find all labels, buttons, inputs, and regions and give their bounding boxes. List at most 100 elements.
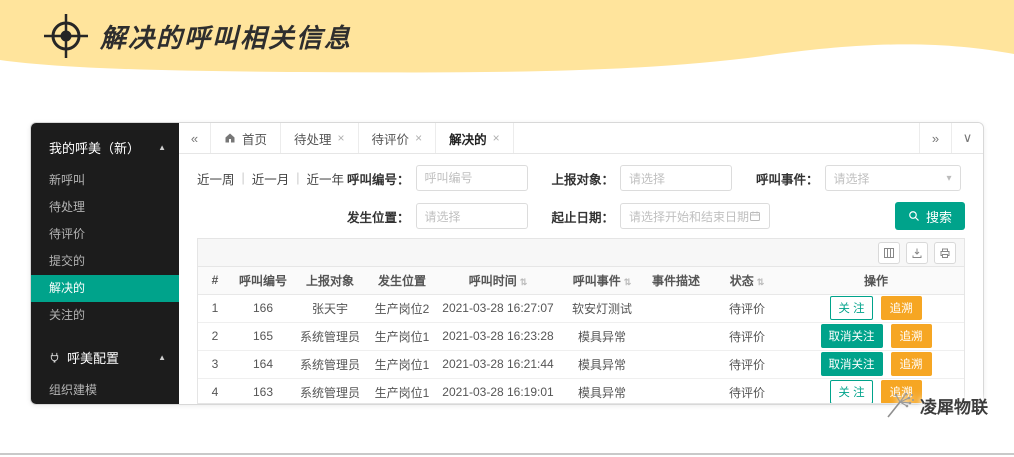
brand-name: 凌犀物联 [920, 393, 988, 418]
sidebar-group-config[interactable]: 呼美配置▲ [31, 337, 179, 377]
sort-icon[interactable]: ⇅ [520, 277, 528, 287]
close-icon[interactable]: × [338, 131, 345, 145]
row-index: 2 [198, 322, 232, 350]
quick-range-1[interactable]: 近一周 [197, 169, 235, 188]
sidebar-item-pending[interactable]: 待处理 [31, 194, 179, 221]
column-header: # [198, 267, 232, 294]
tab-label: 待处理 [294, 129, 332, 148]
data-grid: #呼叫编号上报对象发生位置呼叫时间⇅呼叫事件⇅事件描述状态⇅操作 1166张天宇… [197, 238, 965, 404]
call-event: 模具异常 [558, 350, 646, 378]
call-event: 软安灯测试 [558, 294, 646, 322]
print-button[interactable] [934, 242, 956, 264]
sort-icon[interactable]: ⇅ [757, 277, 765, 287]
column-header[interactable]: 状态⇅ [706, 267, 788, 294]
column-header: 呼叫编号 [232, 267, 294, 294]
date-range-input[interactable]: 请选择开始和结束日期 [620, 203, 770, 229]
close-icon[interactable]: × [415, 131, 422, 145]
reporter: 系统管理员 [294, 350, 366, 378]
group-label: 我的呼美（新） [49, 138, 158, 157]
chevron-up-icon: ▲ [158, 353, 166, 362]
date-placeholder: 请选择开始和结束日期 [629, 208, 749, 225]
location-select[interactable]: 请选择 [416, 203, 528, 229]
tab-resolved[interactable]: 解决的 × [436, 123, 514, 153]
call-event: 模具异常 [558, 322, 646, 350]
tab-menu-button[interactable]: ∨ [951, 123, 983, 153]
sidebar-item-followed[interactable]: 关注的 [31, 302, 179, 329]
print-icon [939, 247, 951, 259]
column-settings-button[interactable] [878, 242, 900, 264]
sort-icon[interactable]: ⇅ [624, 277, 632, 287]
trace-button[interactable]: 追溯 [881, 296, 922, 320]
table-row: 4163系统管理员生产岗位12021-03-28 16:19:01模具异常待评价… [198, 378, 964, 404]
call-no: 164 [232, 350, 294, 378]
sidebar-item-submitted[interactable]: 提交的 [31, 248, 179, 275]
unfollow-button[interactable]: 取消关注 [821, 324, 883, 348]
group-label: 呼美配置 [67, 348, 158, 367]
column-header[interactable]: 呼叫时间⇅ [438, 267, 558, 294]
call-no-label: 呼叫编号： [347, 169, 410, 188]
tab-label: 首页 [242, 129, 267, 148]
tabbar-spacer [514, 123, 919, 153]
search-button[interactable]: 搜索 [895, 202, 965, 230]
sidebar-group-my-calls[interactable]: 我的呼美（新）▲ [31, 127, 179, 167]
table-row: 1166张天宇生产岗位22021-03-28 16:27:07软安灯测试待评价关… [198, 294, 964, 322]
collapse-tabs-button[interactable]: « [179, 123, 211, 153]
trace-button[interactable]: 追溯 [891, 352, 932, 376]
main-panel: « 首页 待处理 × 待评价 × 解决的 × » ∨ 近一周|近一月|近一年 呼叫编号： … [179, 123, 983, 404]
calls-table: #呼叫编号上报对象发生位置呼叫时间⇅呼叫事件⇅事件描述状态⇅操作 1166张天宇… [198, 267, 964, 404]
dandelion-icon [884, 391, 914, 419]
sidebar-item-org-modeling[interactable]: 组织建模 [31, 377, 179, 404]
select-placeholder: 请选择 [834, 170, 870, 187]
sidebar-item-resolved[interactable]: 解决的 [31, 275, 179, 302]
call-no: 166 [232, 294, 294, 322]
follow-button[interactable]: 关 注 [830, 296, 872, 320]
chevron-up-icon: ▲ [158, 143, 166, 152]
tab-pending[interactable]: 待处理 × [281, 123, 359, 153]
expand-tabs-button[interactable]: » [919, 123, 951, 153]
quick-range-2[interactable]: 近一月 [252, 169, 290, 188]
follow-button[interactable]: 关 注 [830, 380, 872, 404]
tab-to-review[interactable]: 待评价 × [359, 123, 437, 153]
sidebar-item-new-call[interactable]: 新呼叫 [31, 167, 179, 194]
sidebar-item-to-review[interactable]: 待评价 [31, 221, 179, 248]
trace-button[interactable]: 追溯 [891, 324, 932, 348]
reporter: 系统管理员 [294, 322, 366, 350]
brand-watermark: 凌犀物联 [884, 391, 988, 419]
tab-label: 解决的 [449, 129, 487, 148]
grid-toolbar [198, 239, 964, 267]
column-header[interactable]: 呼叫事件⇅ [558, 267, 646, 294]
plug-icon [49, 352, 60, 363]
call-time: 2021-03-28 16:21:44 [438, 350, 558, 378]
tab-list: 待处理 × 待评价 × 解决的 × [281, 123, 514, 153]
app-window: 我的呼美（新）▲新呼叫待处理待评价提交的解决的关注的呼美配置▲组织建模 « 首页… [30, 122, 984, 405]
column-settings-icon [883, 247, 895, 259]
table-body: 1166张天宇生产岗位22021-03-28 16:27:07软安灯测试待评价关… [198, 294, 964, 404]
tab-home[interactable]: 首页 [211, 123, 281, 153]
column-header: 上报对象 [294, 267, 366, 294]
table-row: 3164系统管理员生产岗位12021-03-28 16:21:44模具异常待评价… [198, 350, 964, 378]
reporter: 系统管理员 [294, 378, 366, 404]
page-title: 解决的呼叫相关信息 [100, 18, 352, 55]
date-range-label: 起止日期： [552, 207, 615, 226]
tab-label: 待评价 [372, 129, 410, 148]
export-button[interactable] [906, 242, 928, 264]
call-no: 165 [232, 322, 294, 350]
status: 待评价 [706, 322, 788, 350]
filter-panel: 近一周|近一月|近一年 呼叫编号： 上报对象： 请选择 呼叫事件： 请选择 ▾ … [179, 154, 983, 238]
row-index: 1 [198, 294, 232, 322]
unfollow-button[interactable]: 取消关注 [821, 352, 883, 376]
report-target-label: 上报对象： [552, 169, 615, 188]
calendar-icon [749, 210, 761, 222]
event-desc [646, 378, 706, 404]
event-desc [646, 350, 706, 378]
call-event-select[interactable]: 请选择 ▾ [825, 165, 961, 191]
close-icon[interactable]: × [493, 131, 500, 145]
location: 生产岗位1 [366, 350, 438, 378]
quick-range-3[interactable]: 近一年 [307, 169, 345, 188]
call-no-input[interactable] [416, 165, 528, 191]
call-event: 模具异常 [558, 378, 646, 404]
location-label: 发生位置： [347, 207, 410, 226]
report-target-select[interactable]: 请选择 [620, 165, 732, 191]
row-actions: 关 注追溯 [788, 294, 964, 322]
export-icon [911, 247, 923, 259]
